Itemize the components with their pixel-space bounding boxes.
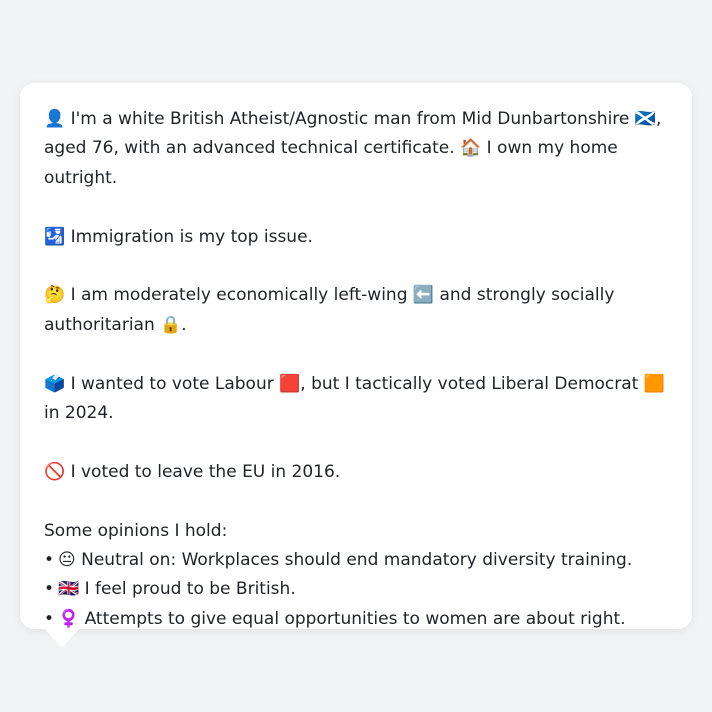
eu-referendum-text: 🚫 I voted to leave the EU in 2016. [44, 461, 341, 482]
list-item: • ♀️ Attempts to give equal opportunities… [44, 605, 668, 634]
bullet-glyph: • [44, 579, 55, 600]
bubble-tail [44, 628, 80, 648]
vote-2024-text: 🗳️ I wanted to vote Labour 🟥, but I tact… [44, 373, 665, 424]
opinions-heading: Some opinions I hold: [44, 520, 228, 541]
opinion-text: 😐 Neutral on: Workplaces should end mand… [58, 550, 633, 571]
bullet-glyph: • [44, 550, 55, 571]
message-bubble: 👤 I'm a white British Atheist/Agnostic m… [20, 83, 692, 629]
top-issue-text: 🛂 Immigration is my top issue. [44, 226, 313, 247]
profile-identity-text: 👤 I'm a white British Atheist/Agnostic m… [44, 109, 662, 188]
opinions-list: • 😐 Neutral on: Workplaces should end man… [44, 546, 668, 634]
list-item: • 😐 Neutral on: Workplaces should end man… [44, 546, 668, 575]
list-item: • 🇬🇧 I feel proud to be British. [44, 575, 668, 604]
political-position-text: 🤔 I am moderately economically left-wing… [44, 285, 615, 335]
opinion-text: 🇬🇧 I feel proud to be British. [58, 579, 296, 600]
opinion-text: ♀️ Attempts to give equal opportunities … [58, 608, 626, 629]
